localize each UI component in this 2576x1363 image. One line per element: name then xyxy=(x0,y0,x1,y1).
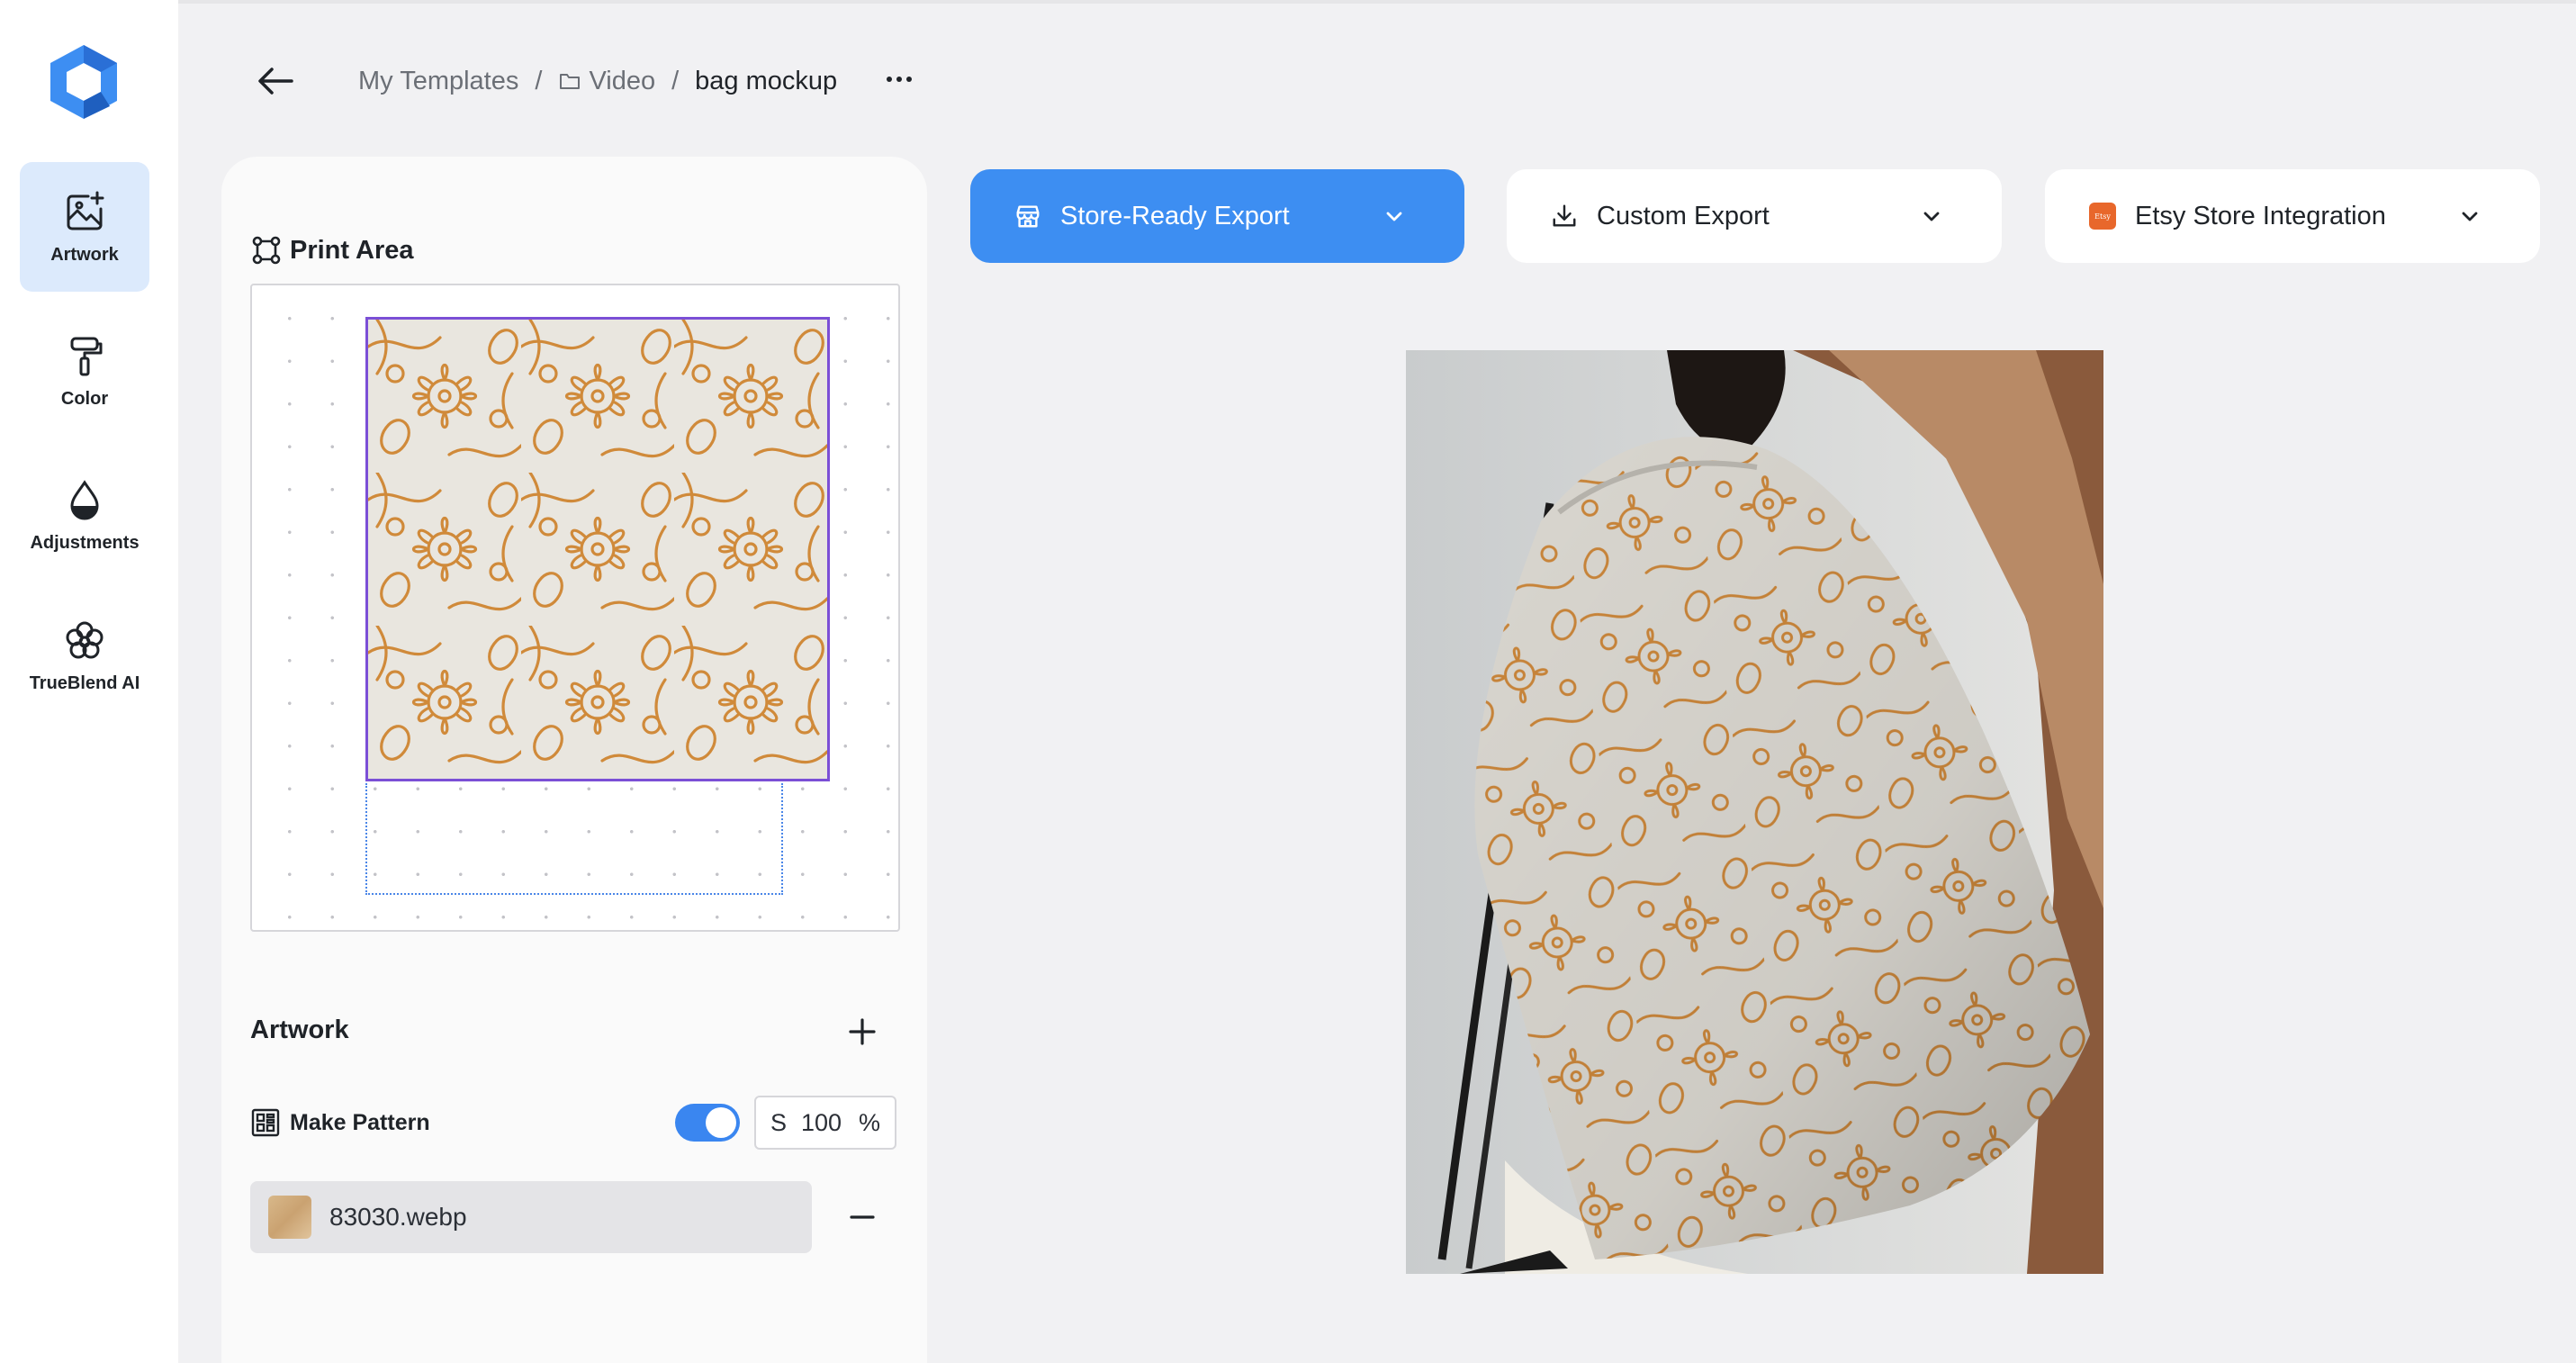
store-ready-export-label: Store-Ready Export xyxy=(1060,201,1290,230)
sidebar-item-label: Artwork xyxy=(50,244,119,265)
breadcrumb-separator: / xyxy=(535,66,543,95)
scale-input[interactable] xyxy=(801,1108,853,1137)
file-name: 83030.webp xyxy=(329,1203,467,1231)
artwork-pattern-thumbnail xyxy=(368,320,827,779)
chevron-down-icon xyxy=(2462,212,2478,221)
download-icon xyxy=(1548,200,1581,232)
drop-icon xyxy=(70,479,99,519)
etsy-store-integration-label: Etsy Store Integration xyxy=(2135,201,2386,230)
breadcrumb-folder-label: Video xyxy=(589,66,656,95)
scale-prefix: S xyxy=(770,1108,788,1136)
sidebar-item-color[interactable]: Color xyxy=(20,306,149,436)
plus-icon xyxy=(849,1018,876,1045)
scale-unit: % xyxy=(859,1108,881,1136)
store-ready-export-button[interactable]: Store-Ready Export xyxy=(970,169,1464,263)
print-bounds-guide xyxy=(365,783,783,895)
breadcrumb-current: bag mockup xyxy=(695,66,838,95)
chevron-down-icon xyxy=(1923,212,1940,221)
etsy-logo-icon: Etsy xyxy=(2086,200,2119,232)
artwork-section-title: Artwork xyxy=(250,1015,349,1044)
make-pattern-label: Make Pattern xyxy=(290,1109,430,1135)
breadcrumb: My Templates / Video / bag mockup xyxy=(358,63,837,99)
custom-export-label: Custom Export xyxy=(1597,201,1770,230)
breadcrumb-separator: / xyxy=(671,66,680,95)
make-pattern-toggle[interactable] xyxy=(675,1104,740,1142)
pattern-scale-field[interactable]: S % xyxy=(754,1096,896,1150)
flower-ai-icon xyxy=(66,621,104,658)
sidebar-item-label: Adjustments xyxy=(30,532,140,553)
remove-artwork-button[interactable] xyxy=(846,1201,878,1233)
sidebar-item-trueblend-ai[interactable]: TrueBlend AI xyxy=(20,591,149,720)
breadcrumb-my-templates[interactable]: My Templates xyxy=(358,67,518,96)
make-pattern-row: Make Pattern xyxy=(250,1107,430,1138)
back-button[interactable] xyxy=(254,63,297,99)
sidebar-item-artwork[interactable]: Artwork xyxy=(20,162,149,292)
folder-icon xyxy=(560,74,581,89)
chevron-down-icon xyxy=(1386,212,1402,221)
bag-mockup-image xyxy=(1406,350,2103,1274)
paint-roller-icon xyxy=(70,337,103,375)
sidebar-item-label: Color xyxy=(60,388,109,409)
file-thumbnail xyxy=(268,1196,311,1239)
arrow-left-icon xyxy=(258,68,293,95)
storefront-icon xyxy=(1012,200,1044,232)
add-artwork-button[interactable] xyxy=(846,1015,878,1048)
image-add-icon xyxy=(67,191,104,230)
sidebar-item-label: TrueBlend AI xyxy=(29,672,140,693)
breadcrumb-folder[interactable]: Video xyxy=(558,67,655,96)
custom-export-button[interactable]: Custom Export xyxy=(1507,169,2002,263)
more-options-button[interactable] xyxy=(884,67,914,92)
ellipsis-icon xyxy=(887,77,912,82)
top-border xyxy=(0,0,2576,4)
sidebar-item-adjustments[interactable]: Adjustments xyxy=(20,450,149,580)
app-logo[interactable] xyxy=(47,43,121,121)
print-area-heading: Print Area xyxy=(250,234,414,266)
pattern-grid-icon xyxy=(251,1108,280,1137)
etsy-store-integration-button[interactable]: Etsy Etsy Store Integration xyxy=(2045,169,2540,263)
print-area-icon xyxy=(252,236,281,265)
mockup-preview xyxy=(1406,350,2103,1274)
artwork-placement[interactable] xyxy=(365,317,830,781)
artwork-file-item[interactable]: 83030.webp xyxy=(250,1181,812,1253)
minus-icon xyxy=(850,1215,875,1219)
sidebar: Artwork Color Adjustments TrueBlend AI xyxy=(0,0,178,1363)
print-area-title: Print Area xyxy=(290,235,414,265)
toggle-knob xyxy=(706,1107,736,1138)
